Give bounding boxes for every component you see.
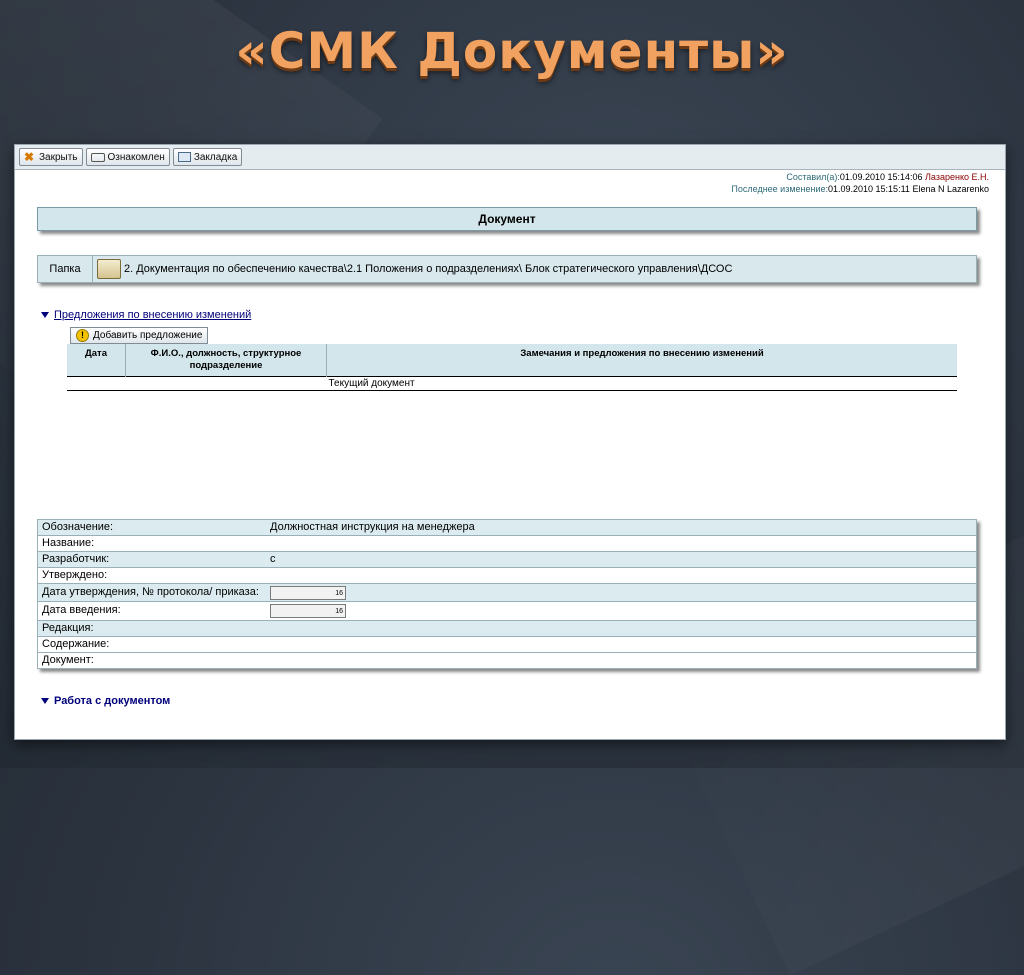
folder-row: Папка 2. Документация по обеспечению кач…	[37, 255, 977, 283]
property-row-content: Содержание:	[38, 637, 976, 653]
intro-date-field[interactable]: 16	[270, 604, 346, 618]
triangle-down-icon	[41, 312, 49, 318]
modified-label: Последнее изменение:	[731, 184, 828, 194]
modified-name: Elena N Lazarenko	[912, 184, 989, 194]
slide-title: «СМК Документы»	[235, 22, 789, 80]
current-document-label: Текущий документ	[326, 376, 957, 391]
property-row-approved: Утверждено:	[38, 568, 976, 584]
property-row-designation: Обозначение: Должностная инструкция на м…	[38, 520, 976, 536]
edition-label: Редакция:	[42, 622, 94, 634]
proposals-section-label: Предложения по внесению изменений	[54, 309, 252, 321]
column-header-remarks: Замечания и предложения по внесению изме…	[326, 344, 957, 377]
property-row-approval-date: Дата утверждения, № протокола/ приказа: …	[38, 584, 976, 602]
column-header-person: Ф.И.О., должность, структурное подраздел…	[125, 344, 327, 377]
approved-label: Утверждено:	[42, 569, 108, 581]
document-window: ✖ Закрыть Ознакомлен Закладка Составил(а…	[14, 144, 1006, 740]
property-row-name: Название:	[38, 536, 976, 552]
document-properties: Обозначение: Должностная инструкция на м…	[37, 519, 977, 669]
approval-date-field[interactable]: 16	[270, 585, 346, 600]
acquainted-button[interactable]: Ознакомлен	[85, 148, 170, 166]
designation-value: Должностная инструкция на менеджера	[270, 521, 475, 533]
exclamation-icon: !	[76, 329, 89, 342]
document-label: Документ:	[42, 654, 94, 666]
designation-label: Обозначение:	[42, 521, 114, 533]
acquainted-button-label: Ознакомлен	[107, 151, 165, 163]
triangle-down-icon	[41, 698, 49, 704]
bookmark-icon	[177, 152, 191, 162]
author-name: Лазаренко Е.Н.	[925, 172, 989, 182]
developer-label: Разработчик:	[42, 553, 110, 565]
name-label: Название:	[42, 537, 95, 549]
developer-value: с	[270, 553, 276, 565]
proposals-table: Дата Ф.И.О., должность, структурное подр…	[67, 344, 957, 391]
bookmark-button-label: Закладка	[193, 151, 238, 163]
content-label: Содержание:	[42, 638, 110, 650]
proposals-section-toggle[interactable]: Предложения по внесению изменений	[41, 309, 251, 321]
glasses-icon	[90, 152, 105, 162]
column-header-date: Дата	[67, 344, 126, 377]
author-label: Составил(а):	[786, 172, 840, 182]
document-header: Документ	[37, 207, 977, 231]
toolbar: ✖ Закрыть Ознакомлен Закладка	[15, 145, 1005, 170]
property-row-document: Документ:	[38, 653, 976, 668]
add-proposal-button[interactable]: ! Добавить предложение	[70, 327, 209, 344]
approval-date-label: Дата утверждения, № протокола/ приказа:	[42, 586, 259, 598]
work-section-toggle[interactable]: Работа с документом	[41, 695, 170, 707]
author-date: 01.09.2010 15:14:06	[839, 172, 923, 182]
folder-label: Папка	[38, 256, 93, 282]
folder-icon[interactable]	[97, 259, 121, 279]
bookmark-button[interactable]: Закладка	[172, 148, 243, 166]
folder-path: 2. Документация по обеспечению качества\…	[124, 263, 733, 275]
property-row-edition: Редакция:	[38, 621, 976, 637]
close-button-label: Закрыть	[39, 151, 78, 163]
close-icon: ✖	[24, 149, 35, 164]
add-proposal-label: Добавить предложение	[93, 330, 203, 341]
table-row: Текущий документ	[67, 376, 957, 391]
property-row-intro-date: Дата введения: 16	[38, 602, 976, 621]
property-row-developer: Разработчик: с	[38, 552, 976, 568]
work-section-label: Работа с документом	[54, 695, 171, 707]
intro-date-label: Дата введения:	[42, 604, 121, 616]
close-button[interactable]: ✖ Закрыть	[19, 148, 83, 166]
document-meta: Составил(а):01.09.2010 15:14:06 Лазаренк…	[731, 171, 989, 195]
modified-date: 01.09.2010 15:15:11	[828, 184, 910, 194]
